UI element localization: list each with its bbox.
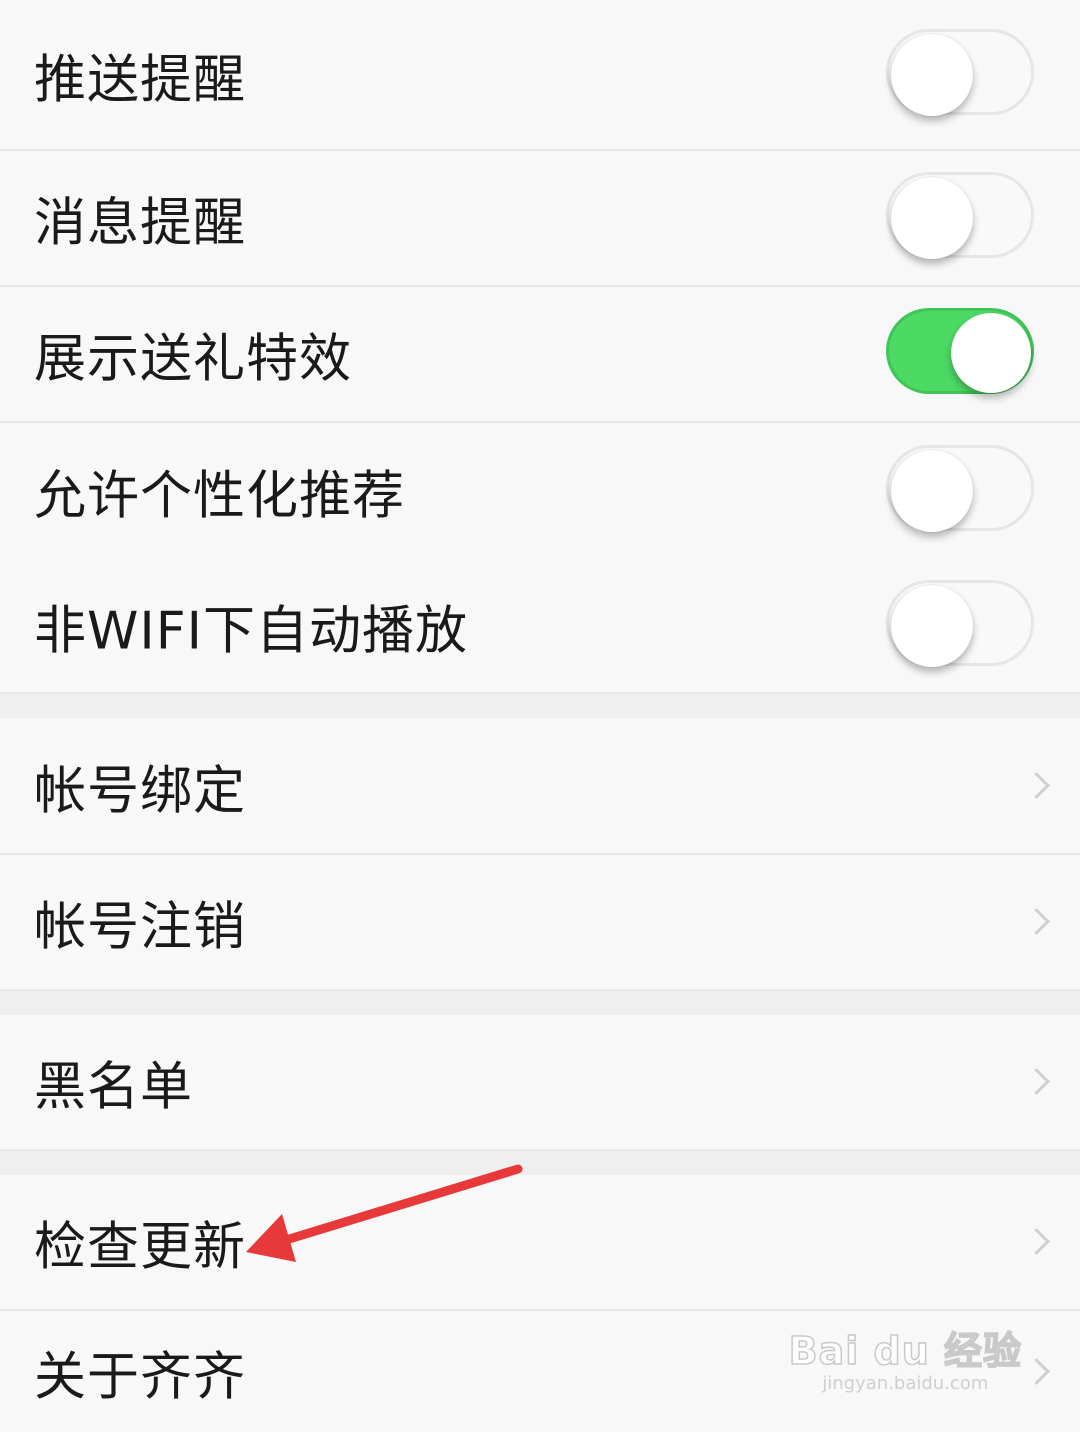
- toggle-knob: [951, 313, 1031, 393]
- blacklist-label: 黑名单: [34, 1057, 194, 1118]
- toggle-knob: [891, 33, 973, 116]
- gift-effects-label: 展示送礼特效: [34, 329, 353, 390]
- personalized-recommend-label: 允许个性化推荐: [34, 466, 406, 527]
- settings-row-account-binding[interactable]: 帐号绑定: [0, 718, 1080, 853]
- chevron-right-icon: [1023, 908, 1050, 935]
- settings-row-about[interactable]: 关于齐齐: [0, 1311, 1080, 1432]
- settings-row-personalized-recommend: 允许个性化推荐: [0, 423, 1080, 559]
- gift-effects-toggle[interactable]: [886, 308, 1034, 394]
- chevron-right-icon: [1023, 771, 1050, 799]
- push-reminder-label: 推送提醒: [34, 50, 247, 110]
- settings-row-account-cancel[interactable]: 帐号注销: [0, 855, 1080, 989]
- toggle-knob: [891, 177, 973, 259]
- chevron-right-icon: [1023, 1228, 1050, 1255]
- push-reminder-toggle[interactable]: [886, 28, 1034, 116]
- settings-row-gift-effects: 展示送礼特效: [0, 287, 1080, 421]
- check-update-label: 检查更新: [34, 1217, 247, 1278]
- settings-row-autoplay-non-wifi: 非WIFI下自动播放: [0, 559, 1080, 692]
- about-label: 关于齐齐: [34, 1347, 247, 1407]
- account-binding-label: 帐号绑定: [34, 761, 247, 821]
- autoplay-non-wifi-toggle[interactable]: [886, 579, 1034, 667]
- settings-row-check-update[interactable]: 检查更新: [0, 1175, 1080, 1309]
- toggle-knob: [891, 584, 973, 667]
- message-reminder-toggle[interactable]: [886, 172, 1034, 259]
- section-gap: [0, 694, 1080, 718]
- chevron-right-icon: [1023, 1357, 1050, 1385]
- account-cancel-label: 帐号注销: [34, 897, 247, 958]
- settings-row-blacklist[interactable]: 黑名单: [0, 1015, 1080, 1149]
- autoplay-non-wifi-label: 非WIFI下自动播放: [34, 601, 468, 661]
- section-gap: [0, 991, 1080, 1015]
- section-gap: [0, 1151, 1080, 1175]
- message-reminder-label: 消息提醒: [34, 193, 247, 254]
- personalized-recommend-toggle[interactable]: [886, 445, 1034, 532]
- toggle-knob: [891, 450, 973, 532]
- chevron-right-icon: [1023, 1068, 1050, 1095]
- settings-row-push-reminder: 推送提醒: [0, 0, 1080, 149]
- settings-row-message-reminder: 消息提醒: [0, 151, 1080, 285]
